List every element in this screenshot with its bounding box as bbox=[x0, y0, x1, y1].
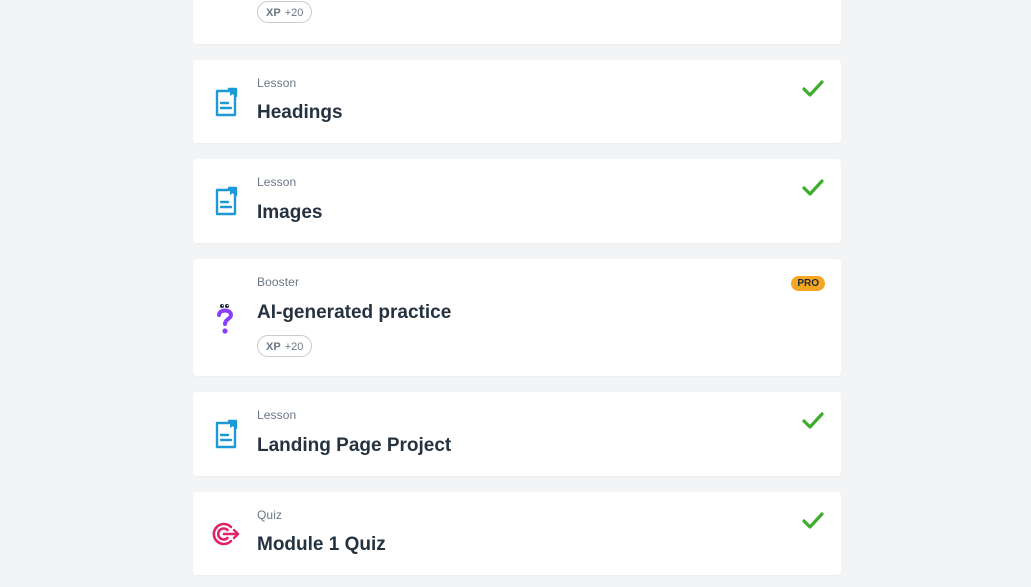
xp-label: XP bbox=[266, 341, 281, 353]
pro-badge: PRO bbox=[791, 276, 825, 291]
list-item-lesson-images[interactable]: Lesson Images bbox=[193, 159, 841, 243]
list-item-lesson-landing-page-project[interactable]: Lesson Landing Page Project bbox=[193, 392, 841, 476]
check-icon bbox=[801, 510, 825, 532]
list-item-quiz-module-1[interactable]: Quiz Module 1 Quiz bbox=[193, 492, 841, 575]
item-title: Headings bbox=[257, 102, 343, 123]
question-mark-icon bbox=[209, 302, 241, 334]
item-title: AI-generated practice bbox=[257, 302, 452, 323]
item-title: Images bbox=[257, 202, 323, 223]
lesson-icon bbox=[209, 185, 241, 217]
xp-reward-chip: XP +20 bbox=[257, 1, 313, 23]
item-kind-label: Lesson bbox=[257, 408, 297, 422]
lesson-icon bbox=[209, 418, 241, 450]
check-icon bbox=[801, 78, 825, 100]
xp-value: +20 bbox=[284, 7, 304, 19]
list-item-lesson-headings[interactable]: Lesson Headings bbox=[193, 60, 841, 143]
list-item-booster-ai-practice[interactable]: Booster AI-generated practice XP +20 PRO bbox=[193, 259, 841, 376]
check-icon bbox=[801, 410, 825, 432]
xp-label: XP bbox=[266, 7, 281, 19]
item-title: Module 1 Quiz bbox=[257, 534, 386, 555]
item-kind-label: Lesson bbox=[257, 76, 297, 90]
item-kind-label: Booster bbox=[257, 275, 300, 289]
xp-reward-chip: XP +20 bbox=[257, 335, 313, 357]
item-title: Landing Page Project bbox=[257, 435, 452, 456]
item-kind-label: Quiz bbox=[257, 508, 283, 522]
module-item-list: XP +20 Lesson Headings Lesson Images Boo… bbox=[0, 0, 1031, 587]
xp-value: +20 bbox=[284, 341, 304, 353]
check-icon bbox=[801, 177, 825, 199]
item-kind-label: Lesson bbox=[257, 175, 297, 189]
lesson-icon bbox=[209, 86, 241, 118]
target-icon bbox=[209, 518, 241, 550]
list-item-booster-top[interactable]: XP +20 bbox=[193, 0, 841, 44]
